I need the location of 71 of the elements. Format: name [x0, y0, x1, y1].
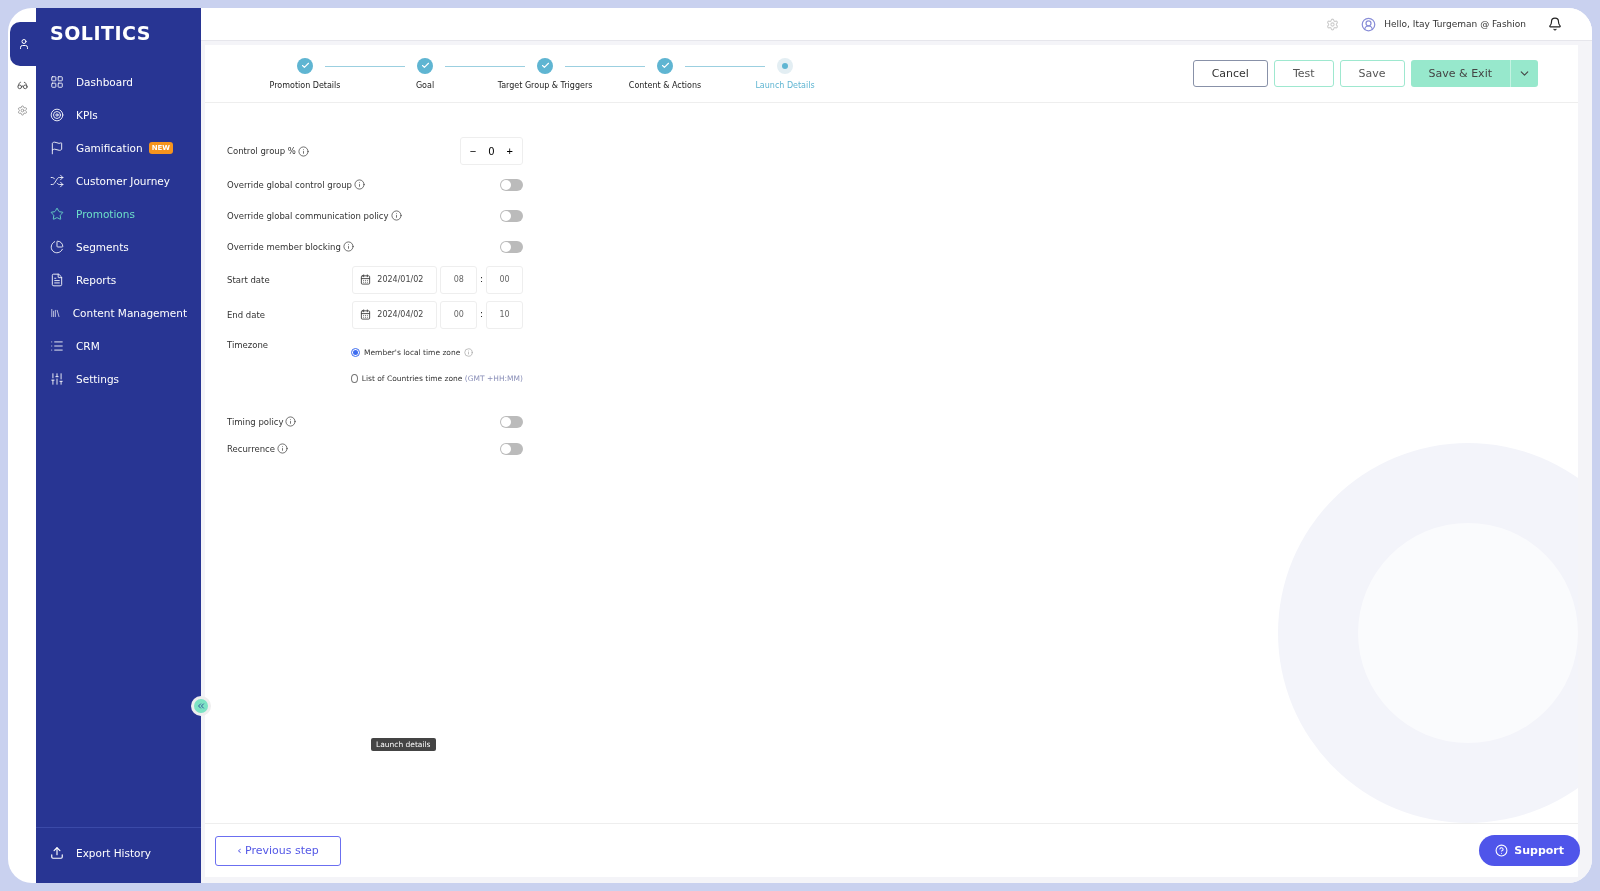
field-label: Control group % — [227, 146, 296, 156]
field-label: End date — [227, 309, 266, 320]
minute-field[interactable]: 10 — [486, 300, 523, 329]
dropdown-button[interactable] — [1510, 60, 1538, 87]
settings-icon[interactable] — [1326, 17, 1340, 31]
field-label: Recurrence — [227, 443, 275, 454]
nav-item[interactable]: KPIs — [36, 98, 201, 131]
action-button[interactable]: Save — [1339, 60, 1405, 87]
nav-item[interactable]: Promotions — [36, 197, 201, 230]
flag-icon — [50, 140, 64, 155]
toggle-switch[interactable] — [500, 442, 523, 455]
calendar-icon — [360, 274, 372, 285]
action-button[interactable]: Save & Exit — [1410, 60, 1510, 87]
double-chevron-icon — [196, 701, 206, 711]
radio-button[interactable] — [351, 348, 360, 357]
date-field[interactable]: 2024/04/02 — [352, 300, 438, 329]
counter-value: 0 — [488, 145, 495, 157]
step-label[interactable]: Target Group & Triggers — [497, 80, 593, 90]
toggle-switch[interactable] — [500, 178, 523, 191]
nav-item[interactable]: Segments — [36, 230, 201, 263]
logo: SOLITICS — [49, 21, 153, 46]
shuffle-icon — [50, 173, 64, 188]
field-label: Timezone — [227, 340, 269, 350]
step-label[interactable]: Promotion Details — [269, 80, 341, 90]
calendar-icon — [360, 309, 372, 320]
previous-step-button[interactable]: ‹ Previous step — [215, 835, 341, 866]
document-icon — [50, 272, 64, 287]
toggle-switch[interactable] — [500, 209, 523, 222]
toggle-switch[interactable] — [500, 240, 523, 253]
nav-item[interactable]: Customer Journey — [36, 164, 201, 197]
step-label[interactable]: Content & Actions — [628, 80, 702, 90]
action-button[interactable]: Test — [1273, 60, 1334, 87]
field-label: Override member blocking — [227, 241, 341, 252]
field-label: Override global control group — [227, 179, 352, 190]
toggle-switch[interactable] — [500, 415, 523, 428]
step-label[interactable]: Goal — [415, 80, 435, 90]
target-icon — [50, 107, 64, 122]
nav-item[interactable]: CRM — [36, 329, 201, 362]
user-tab[interactable] — [10, 22, 38, 66]
field-label: Override global communication policy — [227, 210, 389, 221]
hour-field[interactable]: 08 — [440, 265, 478, 294]
settings-icon[interactable] — [16, 105, 28, 116]
nav-item[interactable]: Reports — [36, 263, 201, 296]
user-icon — [18, 38, 30, 50]
date-field[interactable]: 2024/01/02 — [352, 265, 438, 294]
minus-button[interactable]: − — [469, 145, 477, 157]
minute-field[interactable]: 00 — [486, 265, 523, 294]
avatar-icon — [1361, 16, 1377, 32]
nav-item[interactable]: Export History — [36, 836, 201, 869]
field-label: Timing policy — [227, 416, 284, 427]
action-button[interactable]: Cancel — [1192, 60, 1268, 87]
star-icon — [50, 206, 64, 221]
upload-icon — [50, 845, 64, 860]
time-separator: : — [480, 310, 483, 319]
nav-item[interactable]: Dashboard — [36, 65, 201, 98]
nav-item[interactable]: Settings — [36, 362, 201, 395]
collapse-button[interactable] — [191, 696, 211, 716]
grid-icon — [50, 74, 64, 89]
counter-field[interactable]: − 0 + — [459, 137, 523, 165]
notification-icon[interactable] — [1548, 17, 1562, 31]
list-icon — [50, 338, 64, 353]
help-icon — [1495, 844, 1509, 857]
hour-field[interactable]: 00 — [440, 300, 478, 329]
plus-button[interactable]: + — [506, 145, 513, 157]
support-button[interactable]: Support — [1479, 835, 1580, 866]
field-label: Start date — [227, 274, 270, 285]
nav-item[interactable]: Content Management — [36, 296, 201, 329]
greeting: Hello, Itay Turgeman @ Fashion — [1384, 19, 1526, 29]
sliders-icon — [50, 371, 64, 386]
time-separator: : — [480, 275, 483, 284]
pie-chart-icon — [50, 239, 64, 254]
